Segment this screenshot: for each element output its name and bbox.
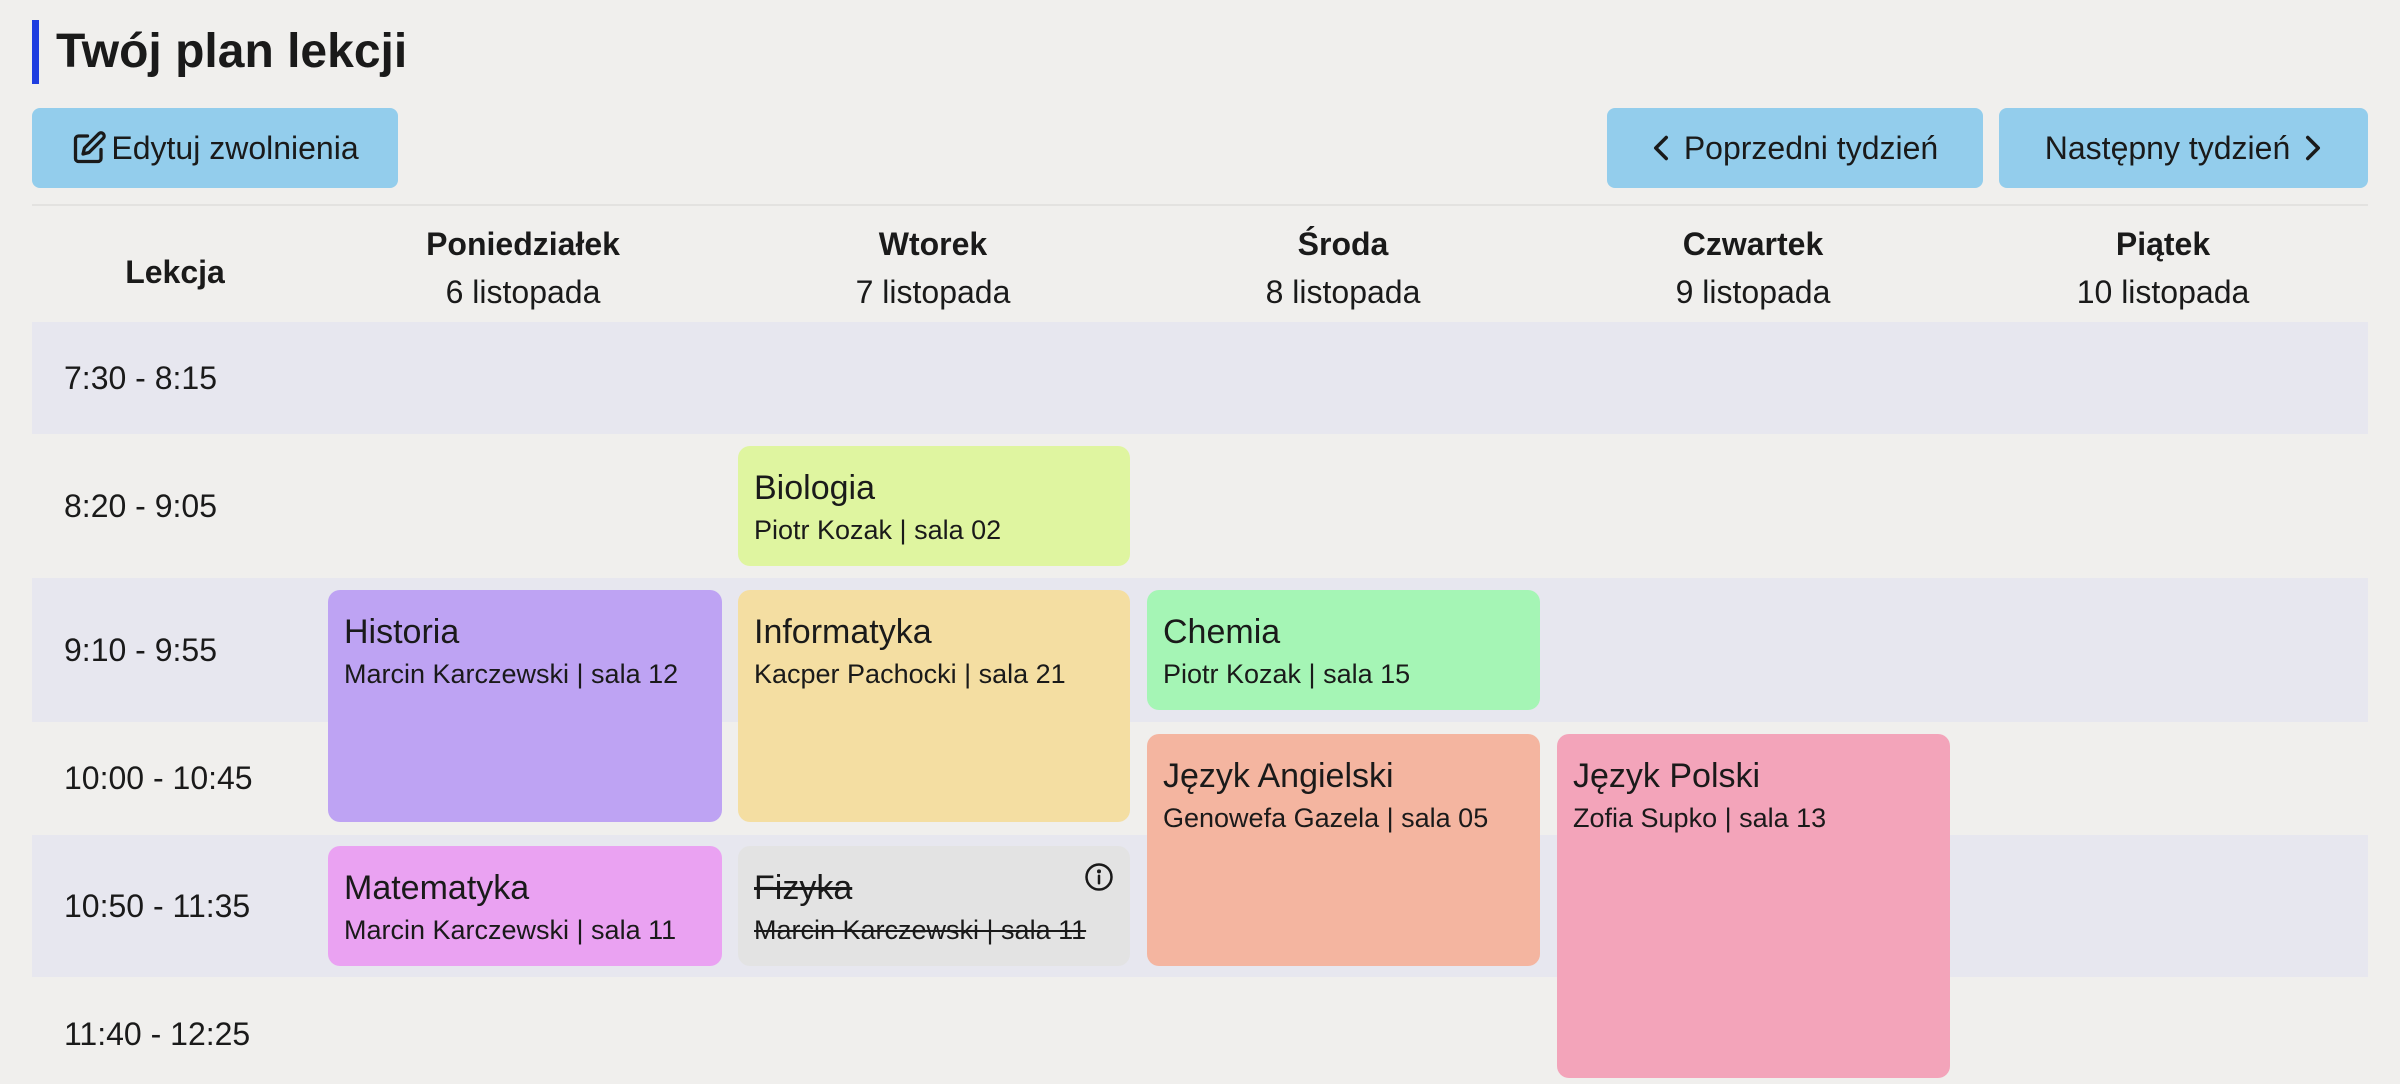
lesson-subject: Język Angielski xyxy=(1163,757,1394,795)
time-slot-label: 10:00 - 10:45 xyxy=(64,760,253,796)
lesson-card[interactable]: Chemia Piotr Kozak | sala 15 xyxy=(1147,590,1540,710)
day-date: 10 listopada xyxy=(2076,274,2250,310)
lesson-details: Genowefa Gazela | sala 05 xyxy=(1163,803,1489,833)
title-accent-bar xyxy=(32,20,39,84)
lesson-subject: Historia xyxy=(344,613,460,651)
lesson-details: Piotr Kozak | sala 02 xyxy=(754,515,1002,545)
day-header-thursday: Czwartek 9 listopada xyxy=(1548,220,1958,316)
chevron-right-icon xyxy=(2304,134,2322,162)
day-name: Środa xyxy=(1297,226,1389,262)
time-slot-label: 10:50 - 11:35 xyxy=(64,888,251,924)
day-date: 8 listopada xyxy=(1265,274,1421,310)
day-name: Czwartek xyxy=(1682,226,1824,262)
lesson-column-header: Lekcja xyxy=(125,254,225,290)
lesson-details: Marcin Karczewski | sala 12 xyxy=(344,659,679,689)
time-slot-label: 8:20 - 9:05 xyxy=(64,488,217,524)
lesson-subject: Chemia xyxy=(1163,613,1281,651)
time-slot-label: 9:10 - 9:55 xyxy=(64,632,217,668)
lesson-card[interactable]: Język Angielski Genowefa Gazela | sala 0… xyxy=(1147,734,1540,966)
day-header-friday: Piątek 10 listopada xyxy=(1958,220,2368,316)
time-slot-label: 7:30 - 8:15 xyxy=(64,360,217,396)
lesson-details: Marcin Karczewski | sala 11 xyxy=(344,915,677,945)
day-date: 6 listopada xyxy=(445,274,601,310)
time-slot-label: 11:40 - 12:25 xyxy=(64,1016,251,1052)
info-icon[interactable] xyxy=(1084,862,1114,892)
previous-week-button[interactable]: Poprzedni tydzień xyxy=(1607,108,1983,188)
lesson-subject: Informatyka xyxy=(754,613,932,651)
edit-icon xyxy=(71,130,107,166)
previous-week-label: Poprzedni tydzień xyxy=(1683,130,1939,166)
day-header-wednesday: Środa 8 listopada xyxy=(1138,220,1548,316)
lesson-card[interactable]: Informatyka Kacper Pachocki | sala 21 xyxy=(738,590,1130,822)
next-week-button[interactable]: Następny tydzień xyxy=(1999,108,2368,188)
lesson-subject: Matematyka xyxy=(344,869,530,907)
lesson-details: Piotr Kozak | sala 15 xyxy=(1163,659,1411,689)
lesson-subject: Język Polski xyxy=(1573,757,1761,795)
lesson-card[interactable]: Historia Marcin Karczewski | sala 12 xyxy=(328,590,722,822)
next-week-label: Następny tydzień xyxy=(2044,130,2291,166)
toolbar-divider xyxy=(32,204,2368,206)
day-date: 9 listopada xyxy=(1675,274,1831,310)
day-header-tuesday: Wtorek 7 listopada xyxy=(728,220,1138,316)
day-name: Piątek xyxy=(2115,226,2211,262)
lesson-details: Zofia Supko | sala 13 xyxy=(1573,803,1827,833)
lesson-details: Marcin Karczewski | sala 11 xyxy=(754,915,1087,945)
chevron-left-icon xyxy=(1652,134,1670,162)
day-header-monday: Poniedziałek 6 listopada xyxy=(318,220,728,316)
lesson-card[interactable]: Język Polski Zofia Supko | sala 13 xyxy=(1557,734,1950,1078)
lesson-card[interactable]: Biologia Piotr Kozak | sala 02 xyxy=(738,446,1130,566)
lesson-subject: Fizyka xyxy=(754,869,853,907)
edit-exemptions-label: Edytuj zwolnienia xyxy=(111,130,359,166)
lesson-subject: Biologia xyxy=(754,469,875,507)
row-stripe xyxy=(32,322,2368,434)
lesson-card[interactable]: Matematyka Marcin Karczewski | sala 11 xyxy=(328,846,722,966)
day-name: Poniedziałek xyxy=(426,226,620,262)
day-date: 7 listopada xyxy=(855,274,1011,310)
lesson-details: Kacper Pachocki | sala 21 xyxy=(754,659,1066,689)
day-name: Wtorek xyxy=(878,226,988,262)
edit-exemptions-button[interactable]: Edytuj zwolnienia xyxy=(32,108,398,188)
lesson-card-cancelled[interactable]: Fizyka Marcin Karczewski | sala 11 xyxy=(738,846,1130,966)
page-title: Twój plan lekcji xyxy=(56,25,408,78)
